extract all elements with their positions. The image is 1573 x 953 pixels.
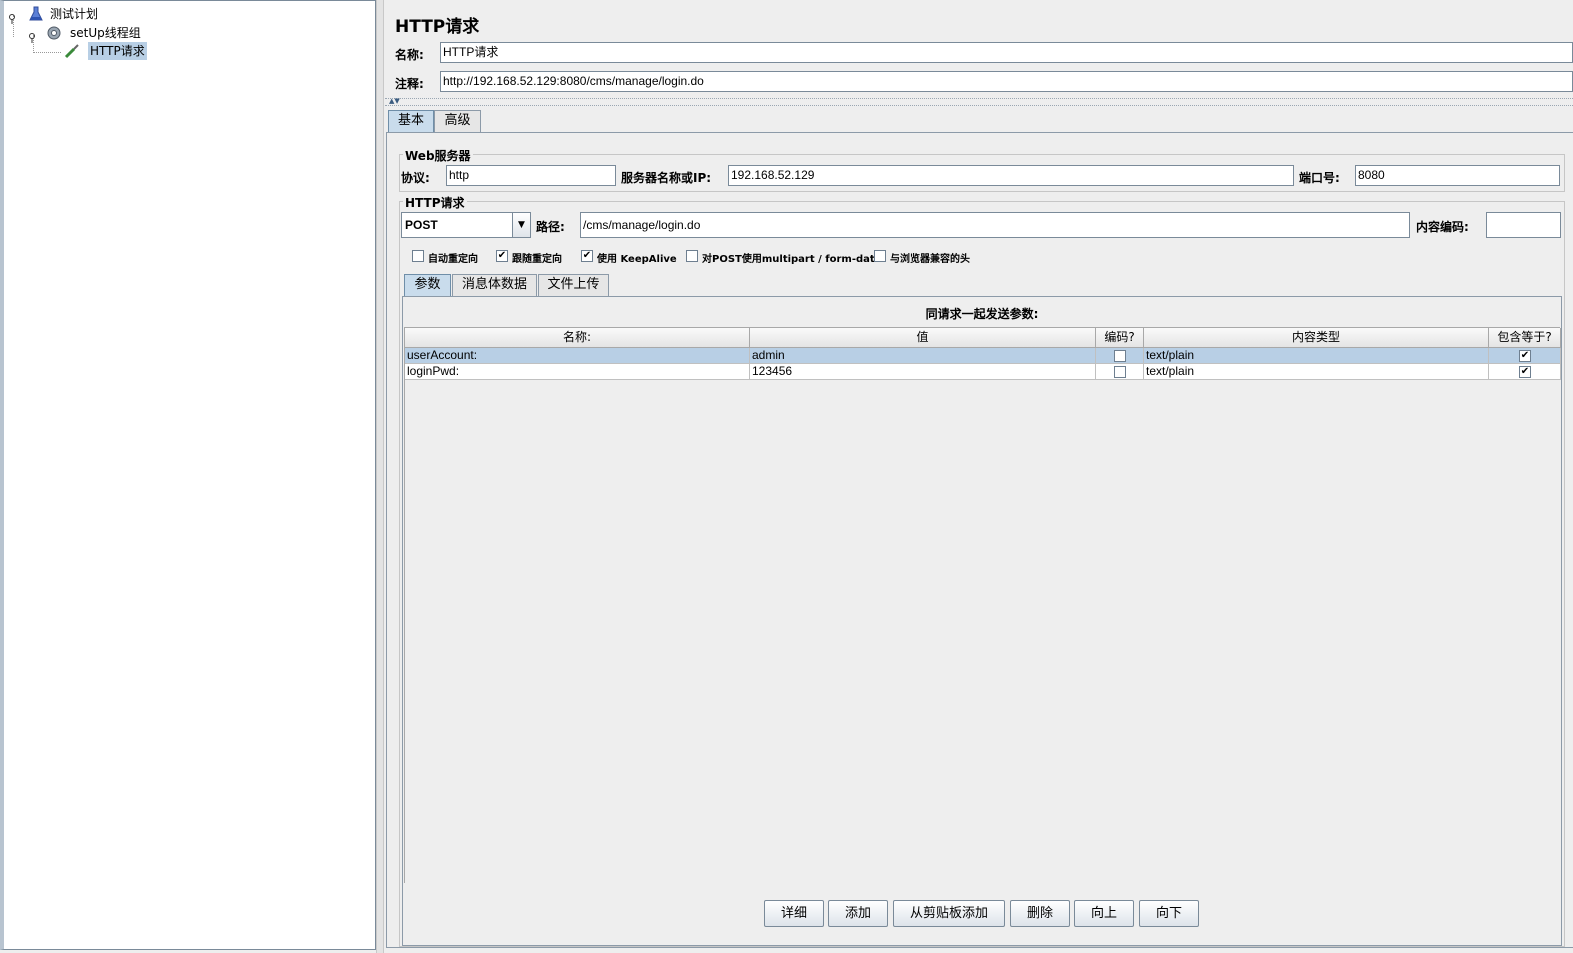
tab-parameters[interactable]: 参数 [404,274,451,296]
server-label: 服务器名称或IP: [621,171,712,185]
name-label: 名称: [395,48,424,62]
cell-include-equals[interactable]: ✔ [1489,364,1561,380]
cell-include-equals[interactable]: ✔ [1489,348,1561,364]
protocol-label: 协议: [401,171,430,185]
follow-redirect-checkbox[interactable]: ✔ [496,250,508,262]
keepalive-checkbox[interactable]: ✔ [581,250,593,262]
include-equals-checkbox[interactable]: ✔ [1519,366,1531,378]
path-field[interactable]: /cms/manage/login.do [580,212,1410,238]
multipart-label: 对POST使用multipart / form-data [702,254,882,265]
panel-title: HTTP请求 [395,17,480,37]
tab-file-upload[interactable]: 文件上传 [538,274,609,296]
auto-redirect-checkbox[interactable] [412,250,424,262]
flask-icon [28,6,44,22]
name-field[interactable]: HTTP请求 [440,42,1573,63]
column-header-content-type[interactable]: 内容类型 [1144,328,1489,348]
detail-button[interactable]: 详细 [764,900,824,927]
gear-icon [46,25,62,41]
column-header-value[interactable]: 值 [750,328,1096,348]
method-select[interactable]: POST ▼ [401,212,531,238]
pipette-icon [64,43,80,59]
move-down-button[interactable]: 向下 [1139,900,1199,927]
http-request-panel: HTTP请求 名称: HTTP请求 注释: http://192.168.52.… [385,0,1573,953]
test-plan-tree[interactable]: 测试计划 setUp线程组 HTTP请求 [0,0,376,950]
comment-field[interactable]: http://192.168.52.129:8080/cms/manage/lo… [440,71,1573,92]
browser-headers-checkbox[interactable] [874,250,886,262]
server-field[interactable]: 192.168.52.129 [728,165,1294,186]
cell-encode[interactable] [1096,364,1144,380]
method-value: POST [405,218,438,232]
cell-name[interactable]: userAccount: [405,348,750,364]
column-header-include-equals[interactable]: 包含等于? [1489,328,1561,348]
add-button[interactable]: 添加 [828,900,888,927]
tab-body-data[interactable]: 消息体数据 [452,274,537,296]
parameters-caption: 同请求一起发送参数: [925,307,1039,321]
port-field[interactable]: 8080 [1355,165,1560,186]
browser-headers-label: 与浏览器兼容的头 [890,254,970,265]
move-up-button[interactable]: 向上 [1074,900,1134,927]
cell-encode[interactable] [1096,348,1144,364]
cell-value[interactable]: admin [750,348,1096,364]
tree-line [33,52,61,53]
parameters-table[interactable]: 名称: 值 编码? 内容类型 包含等于? userAccount: admin … [404,327,1561,883]
encode-checkbox[interactable] [1114,366,1126,378]
keepalive-label: 使用 KeepAlive [597,254,677,265]
tree-node-label: HTTP请求 [88,42,147,60]
cell-content-type[interactable]: text/plain [1144,348,1489,364]
cell-value[interactable]: 123456 [750,364,1096,380]
cell-content-type[interactable]: text/plain [1144,364,1489,380]
encoding-field[interactable] [1486,212,1561,238]
http-request-group-title: HTTP请求 [403,194,467,211]
delete-button[interactable]: 删除 [1010,900,1070,927]
web-server-group-title: Web服务器 [403,147,473,164]
tree-node-label: 测试计划 [50,7,99,21]
include-equals-checkbox[interactable]: ✔ [1519,350,1531,362]
multipart-checkbox[interactable] [686,250,698,262]
split-pane-divider[interactable] [376,0,384,953]
tab-basic[interactable]: 基本 [388,110,434,132]
expand-toggle-icon[interactable] [28,30,36,43]
expand-toggle-icon[interactable] [8,11,16,24]
column-header-name[interactable]: 名称: [405,328,750,348]
encode-checkbox[interactable] [1114,350,1126,362]
chevron-down-icon[interactable]: ▼ [512,213,530,237]
add-from-clipboard-button[interactable]: 从剪贴板添加 [893,900,1005,927]
tree-node-label: setUp线程组 [70,26,141,40]
tab-advanced[interactable]: 高级 [434,110,481,132]
collapse-bar[interactable]: ▲▼ [385,97,1573,106]
follow-redirect-label: 跟随重定向 [512,254,562,265]
path-label: 路径: [536,220,565,234]
encoding-label: 内容编码: [1416,220,1469,234]
protocol-field[interactable]: http [446,165,616,186]
column-header-encode[interactable]: 编码? [1096,328,1144,348]
port-label: 端口号: [1299,171,1340,185]
cell-name[interactable]: loginPwd: [405,364,750,380]
collapse-arrows-icon[interactable]: ▲▼ [389,97,400,105]
auto-redirect-label: 自动重定向 [428,254,478,265]
comment-label: 注释: [395,77,424,91]
